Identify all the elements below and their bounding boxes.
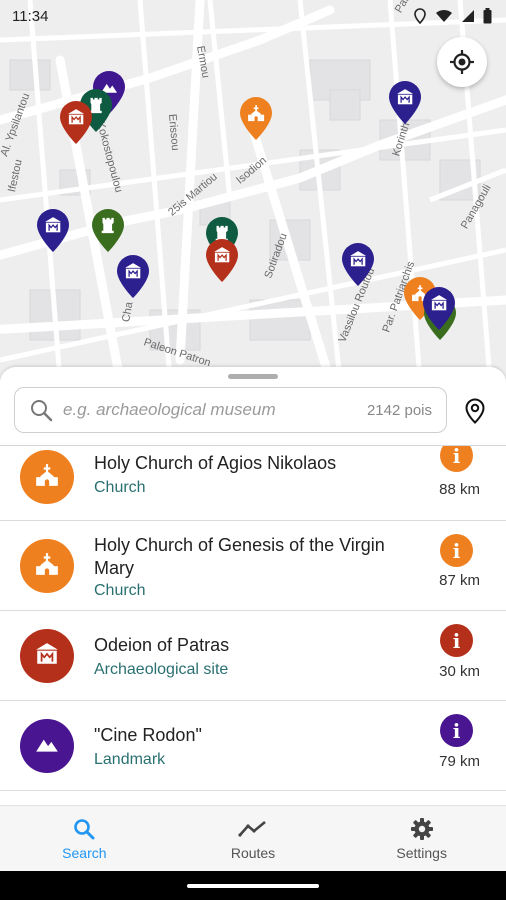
poi-category: Landmark xyxy=(94,751,166,768)
nav-label: Search xyxy=(62,844,107,861)
poi-name: Holy Church of Genesis of the Virgin Mar… xyxy=(94,535,385,578)
wifi-icon xyxy=(436,9,452,22)
battery-icon xyxy=(483,8,492,24)
poi-distance: 79 km xyxy=(439,753,480,770)
poi-category: Church xyxy=(94,582,146,599)
search-icon xyxy=(74,818,95,839)
church-icon xyxy=(34,551,60,582)
results-list[interactable]: Holy Church of Agios Nikolaos Church i 8… xyxy=(0,446,506,805)
status-time: 11:34 xyxy=(12,7,49,25)
result-row[interactable]: Holy Church of Agios Nikolaos Church i 8… xyxy=(0,446,506,521)
search-icon xyxy=(31,400,53,422)
crosshair-icon xyxy=(450,50,474,74)
info-button[interactable]: i xyxy=(440,624,473,657)
nav-settings[interactable]: Settings xyxy=(337,806,506,871)
nav-label: Routes xyxy=(230,844,276,861)
map-pin[interactable] xyxy=(387,80,423,126)
map-pin[interactable] xyxy=(58,100,94,146)
poi-distance: 30 km xyxy=(439,663,480,680)
result-row[interactable]: Odeion of Patras Archaeological site i 3… xyxy=(0,611,506,701)
nav-label: Settings xyxy=(396,844,447,861)
info-button[interactable]: i xyxy=(440,534,473,567)
home-gesture-bar[interactable] xyxy=(187,884,319,888)
result-row[interactable]: "Cine Rodon" Landmark i 79 km xyxy=(0,701,506,791)
category-avatar xyxy=(20,450,74,504)
poi-name: Odeion of Patras xyxy=(94,635,230,655)
poi-distance: 88 km xyxy=(439,481,480,498)
museum-icon xyxy=(34,641,60,672)
status-bar: 11:34 xyxy=(0,0,506,32)
poi-name: Holy Church of Agios Nikolaos xyxy=(94,453,337,473)
map-pin[interactable] xyxy=(115,254,151,300)
signal-icon xyxy=(462,10,474,22)
landmark-icon xyxy=(34,731,60,762)
church-icon xyxy=(34,462,60,493)
search-input[interactable]: e.g. archaeological museum 2142 pois xyxy=(14,387,447,433)
category-avatar xyxy=(20,629,74,683)
nav-search[interactable]: Search xyxy=(0,806,169,871)
info-button[interactable]: i xyxy=(440,446,473,472)
drag-handle[interactable] xyxy=(228,374,278,379)
map-pin[interactable] xyxy=(421,286,457,332)
bottom-navigation: Search Routes Settings xyxy=(0,805,506,871)
location-status-icon xyxy=(414,8,426,24)
poi-category: Church xyxy=(94,479,146,496)
routes-icon xyxy=(238,820,266,837)
poi-category: Archaeological site xyxy=(94,661,229,678)
map-pin[interactable] xyxy=(90,208,126,254)
results-sheet[interactable]: e.g. archaeological museum 2142 pois Hol… xyxy=(0,367,506,805)
place-pin-icon xyxy=(465,398,485,424)
poi-distance: 87 km xyxy=(439,572,480,589)
category-avatar xyxy=(20,539,74,593)
info-button[interactable]: i xyxy=(440,714,473,747)
search-placeholder: e.g. archaeological museum xyxy=(63,400,276,419)
gear-icon xyxy=(410,817,433,840)
poi-count: 2142 pois xyxy=(366,401,432,419)
map-view[interactable]: Ermou Al. Ypsilantou Ifestou Kokostopoul… xyxy=(0,0,506,380)
my-location-button[interactable] xyxy=(437,37,487,87)
nav-routes[interactable]: Routes xyxy=(169,806,338,871)
map-pin[interactable] xyxy=(204,238,240,284)
map-pin[interactable] xyxy=(238,96,274,142)
result-row[interactable]: Holy Church of Genesis of the Virgin Mar… xyxy=(0,521,506,611)
poi-name: "Cine Rodon" xyxy=(94,725,202,745)
location-filter-button[interactable] xyxy=(461,397,489,425)
map-pin[interactable] xyxy=(35,208,71,254)
map-pin[interactable] xyxy=(340,242,376,288)
category-avatar xyxy=(20,719,74,773)
